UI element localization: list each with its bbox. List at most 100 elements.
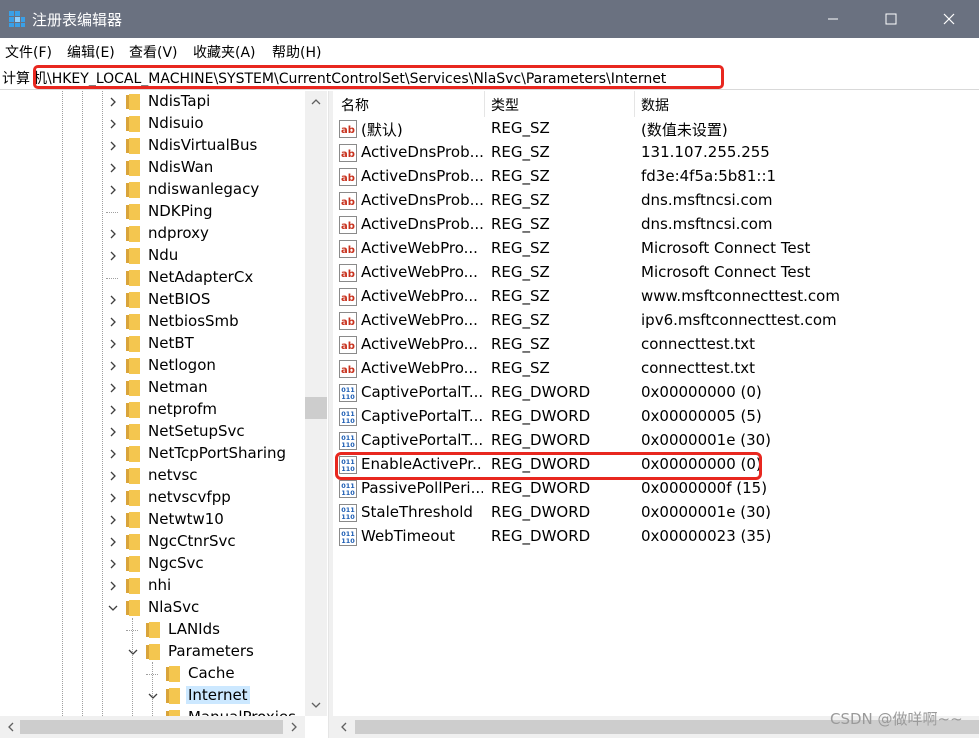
value-row[interactable]: 110 011 CaptivePortalT... REG_DWORD 0x000000… [333, 405, 979, 429]
tree-node-label[interactable]: NdisTapi [146, 92, 212, 110]
tree-node-label[interactable]: LANIds [166, 620, 222, 638]
tree-node-label[interactable]: Ndu [146, 246, 180, 264]
value-row[interactable]: ab ActiveWebPro... REG_SZ Microsoft Connect… [333, 261, 979, 285]
tree-node-netvscvfpp[interactable]: netvscvfpp [0, 487, 305, 509]
chevron-right-icon[interactable] [108, 119, 118, 129]
tree-node-label[interactable]: Netman [146, 378, 210, 396]
address-bar[interactable]: 计算 机\HKEY_LOCAL_MACHINE\SYSTEM\CurrentCo… [0, 64, 979, 90]
scroll-down-icon[interactable] [305, 694, 327, 716]
tree-node-ndkping[interactable]: NDKPing [0, 201, 305, 223]
tree-node-nettcpportsharing[interactable]: NetTcpPortSharing [0, 443, 305, 465]
tree-node-ngcctnrsvc[interactable]: NgcCtnrSvc [0, 531, 305, 553]
tree-node-ndiswan[interactable]: NdisWan [0, 157, 305, 179]
value-row[interactable]: ab ActiveWebPro... REG_SZ ipv6.msftconnectt… [333, 309, 979, 333]
tree-node-label[interactable]: netvsc [146, 466, 200, 484]
tree-node-netlogon[interactable]: Netlogon [0, 355, 305, 377]
tree-node-label[interactable]: NetBT [146, 334, 196, 352]
value-row[interactable]: ab ActiveDnsProb... REG_SZ dns.msftncsi.com [333, 213, 979, 237]
tree-node-label[interactable]: Internet [186, 686, 250, 704]
tree-node-label[interactable]: Netlogon [146, 356, 218, 374]
tree-vertical-scroll-thumb[interactable] [305, 397, 327, 419]
close-button[interactable] [923, 0, 975, 38]
tree-node-label[interactable]: NlaSvc [146, 598, 201, 616]
tree-node-label[interactable]: netvscvfpp [146, 488, 233, 506]
tree-node-ndproxy[interactable]: ndproxy [0, 223, 305, 245]
chevron-down-icon[interactable] [128, 647, 138, 657]
tree-node-netprofm[interactable]: netprofm [0, 399, 305, 421]
column-separator[interactable] [484, 91, 485, 117]
column-separator[interactable] [634, 91, 635, 117]
chevron-right-icon[interactable] [108, 449, 118, 459]
chevron-right-icon[interactable] [108, 339, 118, 349]
tree-node-ndisuio[interactable]: Ndisuio [0, 113, 305, 135]
value-row[interactable]: ab ActiveDnsProb... REG_SZ dns.msftncsi.com [333, 189, 979, 213]
tree-node-ngcsvc[interactable]: NgcSvc [0, 553, 305, 575]
value-row[interactable]: 110 011 WebTimeout REG_DWORD 0x00000023 (35) [333, 525, 979, 549]
value-row[interactable]: ab ActiveDnsProb... REG_SZ fd3e:4f5a:5b81::… [333, 165, 979, 189]
value-row[interactable]: ab ActiveWebPro... REG_SZ connecttest.txt [333, 357, 979, 381]
chevron-right-icon[interactable] [108, 537, 118, 547]
tree-node-netbios[interactable]: NetBIOS [0, 289, 305, 311]
value-row[interactable]: 110 011 CaptivePortalT... REG_DWORD 0x000000… [333, 381, 979, 405]
tree-node-label[interactable]: NetTcpPortSharing [146, 444, 288, 462]
tree-node-netadaptercx[interactable]: NetAdapterCx [0, 267, 305, 289]
value-row[interactable]: 110 011 PassivePollPeri... REG_DWORD 0x00000… [333, 477, 979, 501]
column-header-type[interactable]: 类型 [491, 91, 519, 117]
column-header-data[interactable]: 数据 [641, 91, 669, 117]
chevron-down-icon[interactable] [148, 691, 158, 701]
menu-help[interactable]: 帮助(H) [272, 42, 321, 62]
menu-edit[interactable]: 编辑(E) [67, 42, 115, 62]
tree-node-label[interactable]: NgcCtnrSvc [146, 532, 238, 550]
tree-node-nlasvc[interactable]: NlaSvc [0, 597, 305, 619]
tree-node-label[interactable]: ndproxy [146, 224, 211, 242]
value-row[interactable]: ab ActiveDnsProb... REG_SZ 131.107.255.255 [333, 141, 979, 165]
tree-node-parameters[interactable]: Parameters [0, 641, 305, 663]
tree-horizontal-scroll-thumb[interactable] [20, 720, 283, 734]
tree-node-netman[interactable]: Netman [0, 377, 305, 399]
tree-node-ndistapi[interactable]: NdisTapi [0, 91, 305, 113]
scroll-up-icon[interactable] [305, 91, 327, 113]
chevron-right-icon[interactable] [108, 515, 118, 525]
tree-node-ndu[interactable]: Ndu [0, 245, 305, 267]
chevron-right-icon[interactable] [108, 251, 118, 261]
tree-node-netsetupsvc[interactable]: NetSetupSvc [0, 421, 305, 443]
value-row[interactable]: ab ActiveWebPro... REG_SZ www.msftconnectte… [333, 285, 979, 309]
tree-node-label[interactable]: NetAdapterCx [146, 268, 255, 286]
tree-node-ndisvirtualbus[interactable]: NdisVirtualBus [0, 135, 305, 157]
tree-node-lanids[interactable]: LANIds [0, 619, 305, 641]
key-tree[interactable]: NdisTapi Ndisuio NdisVirtualBus NdisWan ndis… [0, 91, 328, 738]
tree-node-netbiossmb[interactable]: NetbiosSmb [0, 311, 305, 333]
menu-file[interactable]: 文件(F) [5, 42, 52, 62]
value-row[interactable]: ab ActiveWebPro... REG_SZ Microsoft Connect… [333, 237, 979, 261]
chevron-right-icon[interactable] [108, 471, 118, 481]
chevron-right-icon[interactable] [108, 163, 118, 173]
chevron-right-icon[interactable] [108, 229, 118, 239]
chevron-right-icon[interactable] [108, 185, 118, 195]
tree-node-ndiswanlegacy[interactable]: ndiswanlegacy [0, 179, 305, 201]
tree-node-cache[interactable]: Cache [0, 663, 305, 685]
value-row[interactable]: 110 011 StaleThreshold REG_DWORD 0x0000001e … [333, 501, 979, 525]
chevron-right-icon[interactable] [108, 581, 118, 591]
tree-node-label[interactable]: ndiswanlegacy [146, 180, 261, 198]
minimize-button[interactable] [807, 0, 859, 38]
tree-node-label[interactable]: netprofm [146, 400, 219, 418]
chevron-right-icon[interactable] [108, 493, 118, 503]
column-header-name[interactable]: 名称 [341, 91, 369, 117]
tree-node-label[interactable]: NdisWan [146, 158, 215, 176]
tree-node-netwtw10[interactable]: Netwtw10 [0, 509, 305, 531]
chevron-right-icon[interactable] [108, 317, 118, 327]
tree-node-nhi[interactable]: nhi [0, 575, 305, 597]
chevron-right-icon[interactable] [108, 405, 118, 415]
tree-node-label[interactable]: Cache [186, 664, 237, 682]
tree-node-label[interactable]: NetSetupSvc [146, 422, 247, 440]
tree-node-netbt[interactable]: NetBT [0, 333, 305, 355]
tree-node-netvsc[interactable]: netvsc [0, 465, 305, 487]
tree-node-label[interactable]: Ndisuio [146, 114, 206, 132]
scroll-left-icon[interactable] [333, 716, 355, 738]
tree-node-internet[interactable]: Internet [0, 685, 305, 707]
menu-view[interactable]: 查看(V) [129, 42, 178, 62]
tree-node-label[interactable]: Parameters [166, 642, 256, 660]
chevron-right-icon[interactable] [108, 141, 118, 151]
chevron-right-icon[interactable] [108, 559, 118, 569]
chevron-right-icon[interactable] [108, 97, 118, 107]
